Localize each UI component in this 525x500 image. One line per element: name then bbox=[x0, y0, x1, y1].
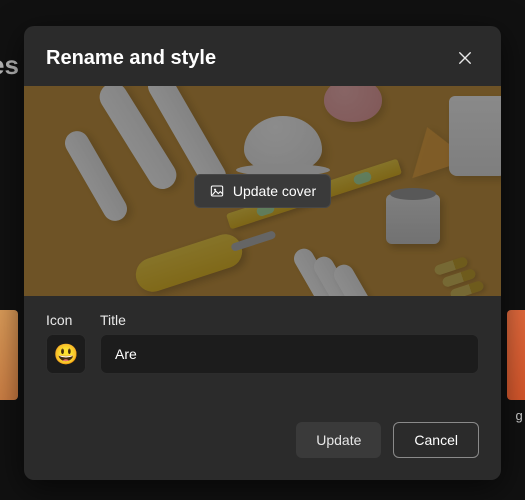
modal-footer: Update Cancel bbox=[24, 400, 501, 480]
image-icon bbox=[209, 183, 225, 199]
background-heading-fragment: es bbox=[0, 50, 19, 81]
rename-style-modal: Rename and style bbox=[24, 26, 501, 480]
background-card-right bbox=[507, 310, 525, 400]
modal-header: Rename and style bbox=[24, 26, 501, 86]
cancel-button[interactable]: Cancel bbox=[393, 422, 479, 458]
icon-field: Icon 😃 bbox=[46, 312, 86, 374]
cover-area: Update cover bbox=[24, 86, 501, 296]
modal-title: Rename and style bbox=[46, 47, 216, 70]
emoji-icon: 😃 bbox=[54, 342, 79, 367]
background-right-label-fragment: g S bbox=[515, 408, 525, 423]
background-card-left bbox=[0, 310, 18, 400]
close-button[interactable] bbox=[451, 44, 479, 72]
close-icon bbox=[458, 51, 472, 65]
update-button[interactable]: Update bbox=[296, 422, 381, 458]
title-field-label: Title bbox=[100, 312, 479, 328]
icon-picker-button[interactable]: 😃 bbox=[46, 334, 86, 374]
update-cover-button[interactable]: Update cover bbox=[194, 174, 331, 208]
form-area: Icon 😃 Title bbox=[24, 296, 501, 374]
title-field: Title bbox=[100, 312, 479, 374]
cover-overlay: Update cover bbox=[24, 86, 501, 296]
icon-field-label: Icon bbox=[46, 312, 86, 328]
title-input[interactable] bbox=[100, 334, 479, 374]
update-cover-label: Update cover bbox=[233, 183, 316, 199]
